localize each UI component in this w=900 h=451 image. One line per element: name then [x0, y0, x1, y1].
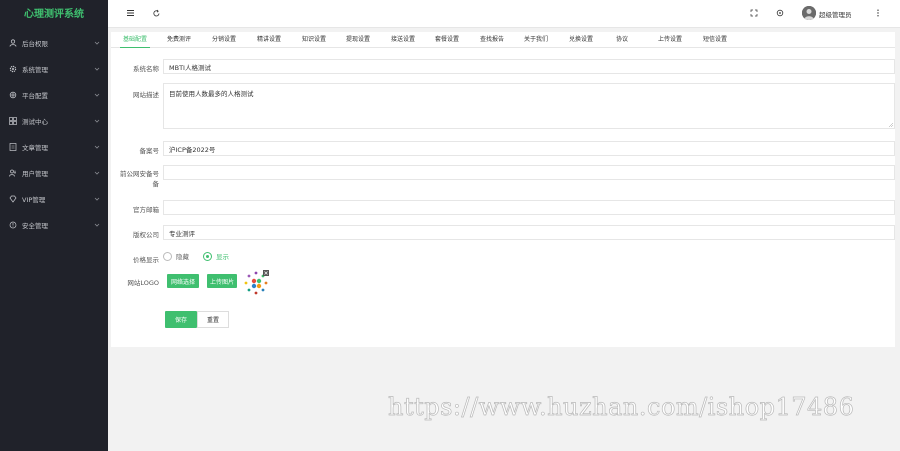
- tab-about-us[interactable]: 关于我们: [521, 32, 551, 48]
- email-label: 官方邮箱: [133, 206, 159, 214]
- sidebar-item-platform[interactable]: 平台配置: [0, 82, 108, 108]
- site-desc-label: 网站描述: [133, 91, 159, 99]
- tab-shuttle[interactable]: 接送设置: [388, 32, 418, 48]
- settings-card: 基础配置 免费测评 分销设置 精讲设置 知识设置 提现设置 接送设置 套餐设置 …: [111, 32, 895, 347]
- document-icon: [8, 143, 17, 152]
- tab-lecture[interactable]: 精讲设置: [254, 32, 284, 48]
- chevron-down-icon: [94, 41, 100, 45]
- logo-preview-image: [244, 270, 269, 295]
- avatar[interactable]: [802, 6, 816, 20]
- sidebar-item-security[interactable]: 安全管理: [0, 212, 108, 238]
- sidebar-item-label: 文章管理: [22, 144, 48, 152]
- more-vertical-icon[interactable]: [872, 7, 884, 19]
- sidebar-item-articles[interactable]: 文章管理: [0, 134, 108, 160]
- logo-choose-button[interactable]: 网络选择: [167, 274, 199, 288]
- price-show-label: 价格显示: [133, 256, 159, 264]
- diamond-icon: [8, 195, 17, 204]
- resize-grip-icon[interactable]: [888, 122, 893, 127]
- radio-label: 显示: [216, 253, 229, 261]
- tab-exchange[interactable]: 兑换设置: [566, 32, 596, 48]
- sidebar-item-label: 测试中心: [22, 118, 48, 126]
- sidebar-item-label: 后台权限: [22, 40, 48, 48]
- radio-circle: [163, 251, 172, 261]
- tab-free-test[interactable]: 免费测评: [164, 32, 194, 48]
- price-show-radio[interactable]: 显示: [203, 251, 229, 261]
- brand-title[interactable]: 心理测评系统: [0, 0, 108, 30]
- sidebar-item-test-center[interactable]: 测试中心: [0, 108, 108, 134]
- sidebar-menu: 后台权限 系统管理 平台配置 测试中心 文章管理 用户管理 VIP管理 安全管理: [0, 30, 108, 238]
- sidebar-item-label: VIP管理: [22, 196, 46, 204]
- logo-label: 网站LOGO: [127, 279, 159, 287]
- users-icon: [8, 169, 17, 178]
- chevron-down-icon: [94, 145, 100, 149]
- icp-label: 备案号: [139, 147, 160, 155]
- tab-upload[interactable]: 上传设置: [655, 32, 685, 48]
- sidebar-item-users[interactable]: 用户管理: [0, 160, 108, 186]
- icp-input[interactable]: 沪ICP备2022号: [163, 141, 895, 156]
- tab-agreement[interactable]: 协议: [612, 32, 632, 48]
- tab-sms[interactable]: 短信设置: [700, 32, 730, 48]
- tab-withdraw[interactable]: 提现设置: [343, 32, 373, 48]
- user-name[interactable]: 超级管理员: [819, 9, 852, 19]
- refresh-icon[interactable]: [150, 7, 162, 19]
- police-record-label-2: 备: [152, 180, 160, 188]
- sidebar-item-label: 系统管理: [22, 66, 48, 74]
- chevron-down-icon: [94, 119, 100, 123]
- price-hide-radio[interactable]: 隐藏: [163, 251, 189, 261]
- tab-basic-config[interactable]: 基础配置: [120, 32, 150, 48]
- reset-button[interactable]: 重置: [197, 311, 229, 328]
- logo-upload-button[interactable]: 上传图片: [207, 274, 237, 288]
- email-input[interactable]: [163, 200, 895, 215]
- sidebar-item-label: 用户管理: [22, 170, 48, 178]
- user-icon: [8, 39, 17, 48]
- chevron-down-icon: [94, 223, 100, 227]
- site-desc-textarea[interactable]: 目前使用人数最多的人格测试: [163, 83, 895, 129]
- theme-icon[interactable]: [774, 7, 786, 19]
- tab-distribution[interactable]: 分销设置: [209, 32, 239, 48]
- company-input[interactable]: 专业测评: [163, 225, 895, 240]
- hamburger-icon[interactable]: [124, 7, 136, 19]
- tab-package[interactable]: 套餐设置: [432, 32, 462, 48]
- radio-circle: [203, 251, 212, 261]
- sidebar-item-label: 安全管理: [22, 222, 48, 230]
- company-label: 版权公司: [133, 231, 159, 239]
- save-button[interactable]: 保存: [165, 311, 197, 328]
- fullscreen-icon[interactable]: [748, 7, 760, 19]
- shield-icon: [8, 221, 17, 230]
- tab-knowledge[interactable]: 知识设置: [299, 32, 329, 48]
- system-name-label: 系统名称: [133, 65, 159, 73]
- sidebar: 心理测评系统 后台权限 系统管理 平台配置 测试中心 文章管理 用户管理 VIP…: [0, 0, 108, 451]
- main-content: 基础配置 免费测评 分销设置 精讲设置 知识设置 提现设置 接送设置 套餐设置 …: [108, 28, 900, 451]
- chevron-down-icon: [94, 67, 100, 71]
- top-header: 超级管理员: [108, 0, 900, 28]
- sidebar-item-label: 平台配置: [22, 92, 48, 100]
- radio-label: 隐藏: [176, 253, 189, 261]
- chevron-down-icon: [94, 197, 100, 201]
- chevron-down-icon: [94, 171, 100, 175]
- settings-icon: [8, 91, 17, 100]
- site-desc-text: 目前使用人数最多的人格测试: [169, 90, 254, 98]
- chevron-down-icon: [94, 93, 100, 97]
- police-record-input[interactable]: [163, 165, 895, 180]
- gear-icon: [8, 65, 17, 74]
- system-name-input[interactable]: MBTI人格测试: [163, 59, 895, 74]
- tab-bar: 基础配置 免费测评 分销设置 精讲设置 知识设置 提现设置 接送设置 套餐设置 …: [111, 32, 895, 48]
- police-record-label: 前公网安备号: [120, 170, 159, 178]
- tab-find-report[interactable]: 查找报告: [477, 32, 507, 48]
- grid-icon: [8, 117, 17, 126]
- sidebar-item-permission[interactable]: 后台权限: [0, 30, 108, 56]
- watermark-text: https://www.huzhan.com/ishop17486: [388, 393, 855, 422]
- sidebar-item-system[interactable]: 系统管理: [0, 56, 108, 82]
- sidebar-item-vip[interactable]: VIP管理: [0, 186, 108, 212]
